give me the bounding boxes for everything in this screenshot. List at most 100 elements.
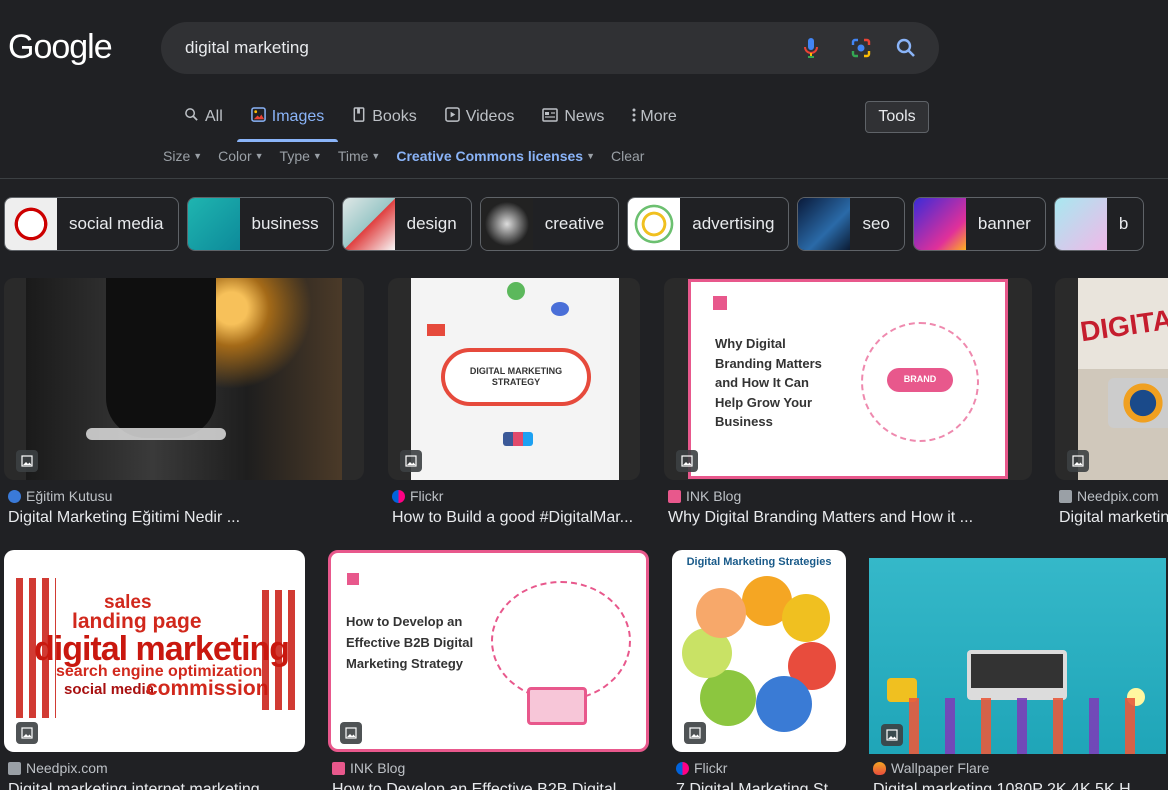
chip-thumbnail [187, 198, 240, 250]
result-title[interactable]: 7 Digital Marketing St... [676, 781, 846, 790]
brand-spokes [861, 322, 979, 442]
source-name: Flickr [410, 488, 444, 504]
result-title[interactable]: Digital Marketing Eğitimi Nedir ... [8, 509, 364, 527]
tab-books[interactable]: Books [338, 100, 430, 134]
chip-b[interactable]: b [1053, 197, 1144, 251]
result-title[interactable]: Digital marketin [1059, 509, 1168, 527]
chip-social-media[interactable]: social media [4, 197, 179, 251]
filter-label: Type [279, 148, 310, 164]
result-title[interactable]: Why Digital Branding Matters and How it … [668, 509, 1032, 527]
caret-down-icon: ▼ [312, 151, 322, 161]
filter-color[interactable]: Color ▼ [218, 148, 263, 164]
image-result[interactable]: Eğitim Kutusu Digital Marketing Eğitimi … [4, 278, 364, 528]
chip-label: seo [862, 214, 890, 233]
result-source[interactable]: INK Blog [668, 488, 741, 504]
search-input[interactable]: digital marketing [185, 38, 309, 58]
tools-button[interactable]: Tools [865, 101, 929, 133]
result-image[interactable]: How to Develop an Effective B2B Digital … [328, 550, 649, 752]
flickr-icon [392, 489, 405, 503]
chip-thumbnail [1054, 198, 1107, 250]
search-box[interactable]: digital marketing [161, 22, 939, 74]
chip-design[interactable]: design [341, 197, 472, 251]
search-tabs: All Images Books Videos News More [184, 100, 691, 142]
filter-type[interactable]: Type ▼ [280, 148, 322, 164]
b2b-circle-illustration [491, 581, 631, 701]
microphone-icon[interactable] [799, 36, 823, 60]
result-source[interactable]: Eğitim Kutusu [8, 488, 112, 504]
chip-label: banner [977, 214, 1031, 233]
image-result[interactable]: DIGITA Needpix.com Digital marketin [1055, 278, 1168, 528]
image-result[interactable]: Digital Marketing Strategies Flickr 7 Di… [672, 550, 846, 790]
result-title[interactable]: Digital marketing 1080P 2K 4K 5K H... [873, 781, 1168, 790]
result-image[interactable]: DIGITA [1055, 278, 1168, 480]
header-divider [0, 178, 1168, 179]
flickr-icon [676, 761, 689, 775]
tab-more[interactable]: More [618, 100, 690, 134]
result-image[interactable] [4, 278, 364, 480]
ink-logo [713, 296, 727, 310]
word-commission: commission [146, 677, 269, 700]
image-badge-icon [676, 450, 698, 472]
chip-advertising[interactable]: advertising [627, 197, 790, 251]
result-source[interactable]: Flickr [676, 760, 727, 776]
word-vertical-right [262, 590, 298, 710]
result-image[interactable]: sales landing page digital marketing sea… [4, 550, 305, 752]
chip-thumbnail [480, 198, 533, 250]
image-result[interactable]: sales landing page digital marketing sea… [4, 550, 305, 790]
filter-usage-rights[interactable]: Creative Commons licenses ▼ [396, 148, 595, 164]
tab-videos[interactable]: Videos [431, 100, 529, 134]
result-title[interactable]: Digital marketing internet marketing ... [8, 781, 305, 790]
chip-thumbnail [628, 198, 681, 250]
filter-label: Size [163, 148, 191, 164]
image-result[interactable]: Why Digital Branding Matters and How It … [664, 278, 1032, 528]
result-image[interactable] [869, 558, 1166, 754]
circle-blue [756, 676, 812, 732]
chip-thumbnail [5, 198, 57, 250]
image-result[interactable]: How to Develop an Effective B2B Digital … [328, 550, 649, 790]
image-result[interactable]: Wallpaper Flare Digital marketing 1080P … [869, 550, 1168, 790]
favicon-icon [8, 489, 21, 503]
tab-all[interactable]: All [184, 100, 237, 134]
tab-label: News [564, 108, 605, 125]
search-icon[interactable] [894, 36, 918, 60]
chip-banner[interactable]: banner [912, 197, 1046, 251]
result-title[interactable]: How to Develop an Effective B2B Digital … [332, 781, 649, 790]
tab-news[interactable]: News [528, 100, 618, 134]
result-image[interactable]: DIGITAL MARKETING STRATEGY [388, 278, 640, 480]
filter-label: Clear [611, 148, 645, 164]
google-logo[interactable]: Google [8, 28, 113, 67]
filter-size[interactable]: Size ▼ [163, 148, 202, 164]
hands-illustration [909, 698, 1139, 754]
result-source[interactable]: Needpix.com [1059, 488, 1159, 504]
chip-seo[interactable]: seo [797, 197, 905, 251]
result-source[interactable]: Needpix.com [8, 760, 108, 776]
tab-label: Books [372, 108, 417, 125]
filter-time[interactable]: Time ▼ [338, 148, 381, 164]
ink-favicon-icon [668, 489, 681, 503]
clear-filters-button[interactable]: Clear [611, 148, 644, 164]
result-title[interactable]: How to Build a good #DigitalMar... [392, 509, 640, 527]
result-thumbnail: DIGITA [1078, 278, 1168, 480]
result-source[interactable]: Flickr [392, 488, 443, 504]
wallpaper-flare-icon [873, 761, 886, 775]
result-image[interactable]: Why Digital Branding Matters and How It … [664, 278, 1032, 480]
filter-label: Time [337, 148, 369, 164]
image-badge-icon [16, 450, 38, 472]
image-badge-icon [340, 722, 362, 744]
tab-images[interactable]: Images [236, 100, 339, 142]
tab-label: All [205, 108, 223, 125]
source-name: Eğitim Kutusu [26, 488, 113, 504]
result-source[interactable]: INK Blog [332, 760, 405, 776]
chip-creative[interactable]: creative [479, 197, 620, 251]
chip-thumbnail [913, 198, 966, 250]
google-lens-icon[interactable] [849, 36, 873, 60]
image-badge-icon [1067, 450, 1089, 472]
result-image[interactable]: Digital Marketing Strategies [672, 550, 846, 752]
image-result[interactable]: DIGITAL MARKETING STRATEGY Flickr How to… [388, 278, 640, 528]
laptop-illustration [1108, 378, 1168, 428]
more-vert-icon [632, 108, 636, 127]
chip-business[interactable]: business [186, 197, 334, 251]
result-source[interactable]: Wallpaper Flare [873, 760, 989, 776]
circle-peach [696, 588, 746, 638]
filter-label: Creative Commons licenses [396, 148, 584, 164]
